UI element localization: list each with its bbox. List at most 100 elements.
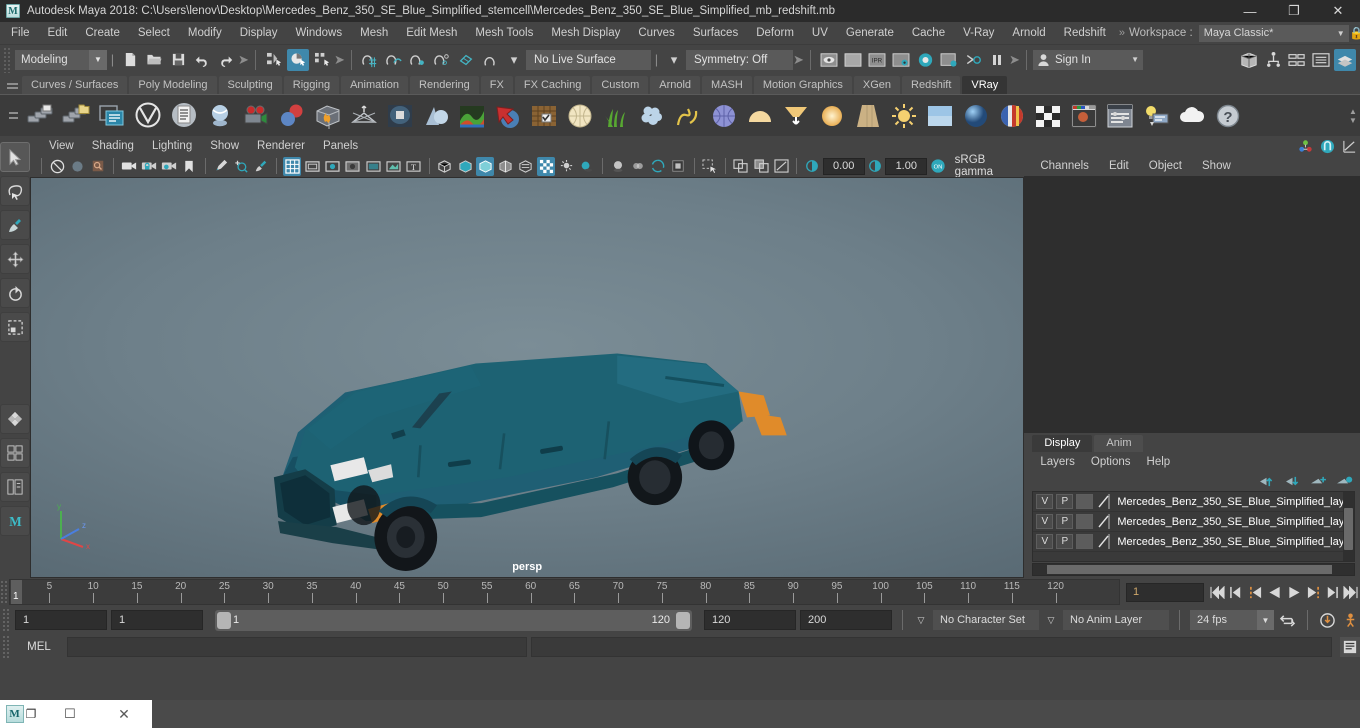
range-start-handle[interactable] [217, 611, 231, 629]
bookmark-view-icon[interactable] [88, 157, 106, 176]
snap-to-view-planes-icon[interactable] [455, 49, 477, 71]
shelf-grip[interactable] [6, 96, 20, 136]
display-all-icon[interactable] [752, 157, 770, 176]
menu-redshift[interactable]: Redshift [1055, 22, 1115, 44]
layer-name[interactable]: Mercedes_Benz_350_SE_Blue_Simplified_lay… [1114, 496, 1354, 508]
menu-edit[interactable]: Edit [39, 22, 77, 44]
viewport-menu-lighting[interactable]: Lighting [143, 140, 201, 152]
bookmark-icon[interactable] [180, 157, 198, 176]
shelf-tab-animation[interactable]: Animation [341, 76, 409, 94]
vray-multi-matte-icon[interactable] [995, 99, 1028, 133]
display-selected-icon[interactable] [732, 157, 750, 176]
render-view-icon[interactable] [938, 49, 960, 71]
menu-deform[interactable]: Deform [747, 22, 803, 44]
vray-curve-icon[interactable] [671, 99, 704, 133]
vray-cloud-icon[interactable] [1175, 99, 1208, 133]
isolate-select-icon[interactable] [700, 157, 718, 176]
viewport-menu-panels[interactable]: Panels [314, 140, 367, 152]
layer-playback-toggle[interactable]: P [1056, 514, 1074, 529]
open-scene-icon[interactable] [143, 49, 165, 71]
menu-curves[interactable]: Curves [629, 22, 683, 44]
xray-icon[interactable] [384, 157, 402, 176]
go-to-end-icon[interactable] [1341, 581, 1360, 603]
outliner-icon[interactable] [1238, 49, 1260, 71]
anti-alias-icon[interactable] [649, 157, 667, 176]
exposure-value[interactable]: 0.00 [822, 157, 865, 175]
minimize-button[interactable]: — [1228, 0, 1272, 22]
table-row[interactable]: V P Mercedes_Benz_350_SE_Blue_Simplified… [1033, 512, 1354, 532]
auto-keyframe-icon[interactable] [1318, 609, 1337, 631]
film-gate-mask-icon[interactable] [364, 157, 382, 176]
menu-windows[interactable]: Windows [286, 22, 351, 44]
paint-effects-icon[interactable] [252, 157, 270, 176]
layer-list-vertical-scrollbar[interactable] [1343, 492, 1354, 561]
viewport-menu-renderer[interactable]: Renderer [248, 140, 314, 152]
text-overlay-icon[interactable]: T [405, 157, 423, 176]
table-row[interactable]: V P Mercedes_Benz_350_SE_Blue_Simplified… [1033, 532, 1354, 552]
tab-anim-layers[interactable]: Anim [1094, 435, 1144, 452]
resolution-gate-icon[interactable] [324, 157, 342, 176]
make-live-icon[interactable] [479, 49, 501, 71]
vray-sphere-icon[interactable] [419, 99, 452, 133]
gate-mask-icon[interactable] [344, 157, 362, 176]
time-slider[interactable]: 1 5 10 15 20 25 30 35 40 45 50 55 60 65 70 75 80 85 90 95 10… [9, 579, 1120, 605]
current-frame-field[interactable]: 1 [1126, 582, 1204, 602]
snap-to-projected-center-icon[interactable] [431, 49, 453, 71]
camera-attributes-icon[interactable] [120, 157, 138, 176]
shelf-tab-poly-modeling[interactable]: Poly Modeling [129, 76, 217, 94]
lock-camera-icon[interactable] [140, 157, 158, 176]
shelf-tab-rigging[interactable]: Rigging [283, 76, 340, 94]
shade-with-wireframe-icon[interactable] [496, 157, 514, 176]
vray-material-preview-icon[interactable] [275, 99, 308, 133]
layer-shading-toggle[interactable] [1076, 534, 1094, 549]
channel-box-menu-object[interactable]: Object [1139, 160, 1192, 172]
taskbar-maya-item[interactable]: M ❐ [0, 700, 42, 728]
select-by-object-type-icon[interactable] [287, 48, 309, 71]
vray-help-icon[interactable]: ? [1211, 99, 1244, 133]
chevron-down-icon[interactable]: ▾ [663, 49, 685, 71]
current-time-indicator[interactable]: 1 [11, 580, 22, 604]
snap-to-point-icon[interactable] [407, 49, 429, 71]
vray-render-view-icon[interactable] [1067, 99, 1100, 133]
vray-volume-grid-icon[interactable] [311, 99, 344, 133]
menu-uv[interactable]: UV [803, 22, 837, 44]
menu-arnold[interactable]: Arnold [1003, 22, 1054, 44]
shadows-icon[interactable] [577, 157, 595, 176]
script-editor-icon[interactable] [1340, 637, 1360, 657]
hypergraph-hierarchy-icon[interactable] [1262, 49, 1284, 71]
menu-create[interactable]: Create [76, 22, 129, 44]
options-menu[interactable]: Options [1083, 456, 1139, 468]
chevron-down-icon[interactable]: ▼ [1257, 610, 1274, 630]
viewport-sphere-icon[interactable] [68, 157, 86, 176]
select-camera-icon[interactable] [48, 157, 66, 176]
shelf-tab-rendering[interactable]: Rendering [410, 76, 479, 94]
motion-blur-icon[interactable] [629, 157, 647, 176]
layer-shading-toggle[interactable] [1076, 494, 1094, 509]
snap-to-curve-icon[interactable] [383, 49, 405, 71]
vray-blue-sphere-icon[interactable] [959, 99, 992, 133]
statusline-grip[interactable] [3, 46, 12, 73]
gamma-icon[interactable] [866, 157, 884, 176]
layer-visibility-toggle[interactable]: V [1036, 514, 1054, 529]
channel-box-icon[interactable] [1320, 139, 1335, 154]
layer-color-swatch[interactable] [1096, 514, 1111, 529]
close-button[interactable]: ✕ [1316, 0, 1360, 22]
select-by-hierarchy-icon[interactable] [263, 49, 285, 71]
anim-layer-dropdown-icon[interactable]: ▽ [1043, 610, 1059, 630]
shelf-menu-handle[interactable] [2, 74, 22, 94]
vray-ies-light-icon[interactable] [779, 99, 812, 133]
scale-tool[interactable] [0, 312, 30, 342]
vray-dome-icon[interactable] [563, 99, 596, 133]
lasso-select-tool[interactable] [0, 176, 30, 206]
layer-visibility-toggle[interactable]: V [1036, 494, 1054, 509]
menu-mesh-display[interactable]: Mesh Display [542, 22, 629, 44]
menu-file[interactable]: File [2, 22, 39, 44]
maximize-window-icon[interactable]: ☐ [42, 700, 98, 728]
scrollbar-thumb[interactable] [1047, 565, 1333, 574]
wireframe-on-shaded-icon[interactable] [517, 157, 535, 176]
attribute-editor-icon[interactable] [1310, 49, 1332, 71]
vray-sphere-light-icon[interactable] [707, 99, 740, 133]
exposure-reset-icon[interactable] [772, 157, 790, 176]
render-sequence-icon[interactable] [962, 49, 984, 71]
film-gate-icon[interactable] [303, 157, 321, 176]
